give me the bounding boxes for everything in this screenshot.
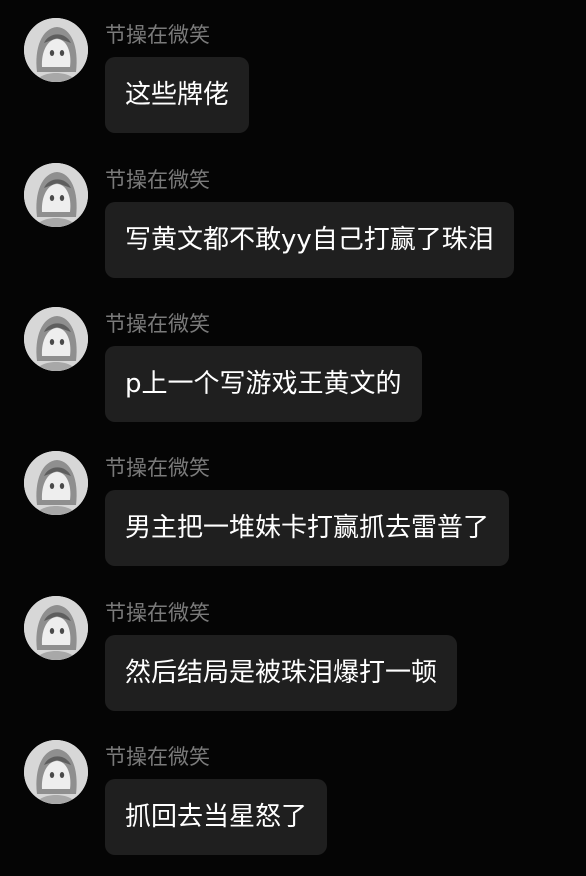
chat-message: 节操在微笑 写黄文都不敢yy自己打赢了珠泪 bbox=[0, 145, 586, 278]
message-bubble[interactable]: 这些牌佬 bbox=[105, 57, 250, 133]
sender-name: 节操在微笑 bbox=[105, 168, 210, 192]
anime-character-avatar-icon bbox=[24, 596, 88, 660]
chat-message: 节操在微笑 p上一个写游戏王黄文的 bbox=[0, 289, 586, 422]
sender-name: 节操在微笑 bbox=[105, 745, 210, 769]
sender-name: 节操在微笑 bbox=[105, 456, 210, 480]
user-avatar[interactable] bbox=[24, 18, 88, 82]
chat-message-list: 节操在微笑 这些牌佬 节操在微笑 写黄文都不敢yy自己打赢了珠泪 节操在微笑 p… bbox=[0, 0, 586, 876]
user-avatar[interactable] bbox=[24, 596, 88, 660]
sender-name: 节操在微笑 bbox=[105, 312, 210, 336]
chat-message: 节操在微笑 男主把一堆妹卡打赢抓去雷普了 bbox=[0, 433, 586, 566]
anime-character-avatar-icon bbox=[24, 307, 88, 371]
chat-message: 节操在微笑 然后结局是被珠泪爆打一顿 bbox=[0, 578, 586, 711]
chat-message: 节操在微笑 这些牌佬 bbox=[0, 0, 586, 133]
sender-name: 节操在微笑 bbox=[105, 23, 210, 47]
anime-character-avatar-icon bbox=[24, 740, 88, 804]
chat-message: 节操在微笑 抓回去当星怒了 bbox=[0, 722, 586, 855]
message-bubble[interactable]: 男主把一堆妹卡打赢抓去雷普了 bbox=[105, 490, 510, 566]
sender-name: 节操在微笑 bbox=[105, 601, 210, 625]
anime-character-avatar-icon bbox=[24, 18, 88, 82]
anime-character-avatar-icon bbox=[24, 451, 88, 515]
message-bubble[interactable]: 然后结局是被珠泪爆打一顿 bbox=[105, 635, 458, 711]
message-bubble[interactable]: 抓回去当星怒了 bbox=[105, 779, 328, 855]
message-bubble[interactable]: p上一个写游戏王黄文的 bbox=[105, 346, 422, 422]
user-avatar[interactable] bbox=[24, 163, 88, 227]
anime-character-avatar-icon bbox=[24, 163, 88, 227]
user-avatar[interactable] bbox=[24, 451, 88, 515]
message-bubble[interactable]: 写黄文都不敢yy自己打赢了珠泪 bbox=[105, 202, 514, 278]
user-avatar[interactable] bbox=[24, 307, 88, 371]
user-avatar[interactable] bbox=[24, 740, 88, 804]
